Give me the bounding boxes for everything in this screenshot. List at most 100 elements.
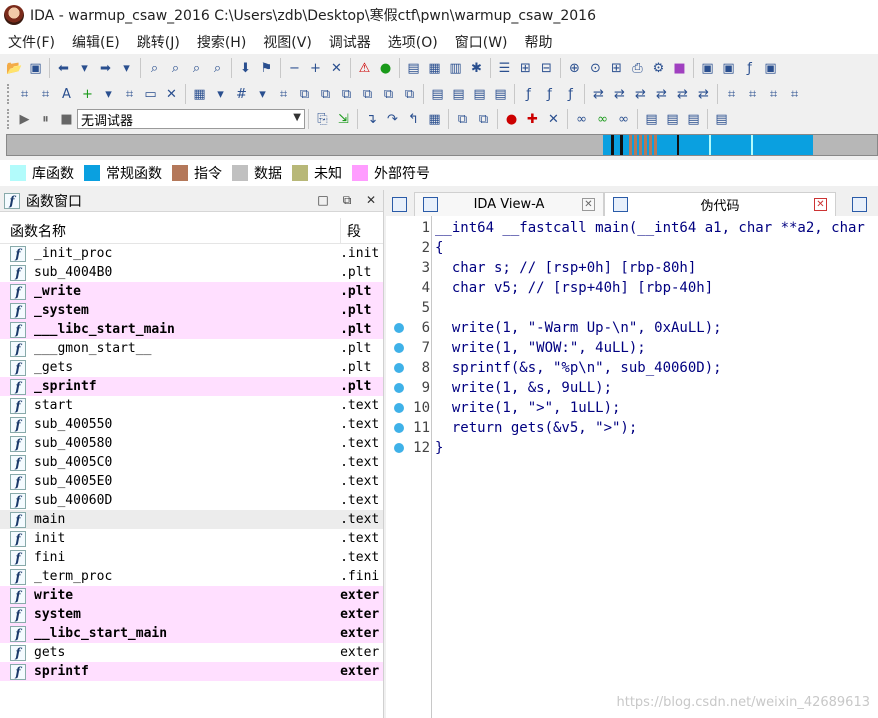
function-row[interactable]: f ___gmon_start__ .plt — [0, 339, 383, 358]
breakpoint-dot-icon[interactable] — [394, 403, 404, 413]
function-row[interactable]: f system exter — [0, 605, 383, 624]
debugger-select[interactable]: 无调试器 ▼ — [77, 109, 305, 129]
column-header-segment[interactable]: 段 — [340, 218, 361, 243]
column-header-name[interactable]: 函数名称 — [0, 221, 340, 241]
tab-scroll-left[interactable] — [386, 192, 414, 216]
search-immediate-icon[interactable]: ⌕ — [207, 58, 228, 79]
function-row[interactable]: f sub_400550 .text — [0, 415, 383, 434]
menu-item-4[interactable]: 视图(V) — [255, 32, 321, 52]
log-icon[interactable]: ▤ — [662, 109, 683, 130]
calculator-icon[interactable]: ▤ — [427, 84, 448, 105]
run-to-icon[interactable]: ⇲ — [333, 109, 354, 130]
code-line[interactable]: 3 char s; // [rsp+0h] [rbp-80h] — [386, 258, 878, 278]
dropdown-arrow-icon[interactable]: ▾ — [98, 84, 119, 105]
array-icon[interactable]: ⌗ — [119, 84, 140, 105]
print-icon[interactable]: ⎙ — [627, 58, 648, 79]
close-x-icon[interactable]: ✕ — [326, 58, 347, 79]
function-row[interactable]: f init .text — [0, 529, 383, 548]
copy-icon[interactable]: ⧉ — [378, 84, 399, 105]
calc-icon[interactable]: ⊕ — [564, 58, 585, 79]
segment-icon[interactable]: ▦ — [189, 84, 210, 105]
menu-item-0[interactable]: 文件(F) — [0, 32, 64, 52]
float-window-icon[interactable]: ⧉ — [335, 193, 359, 208]
data-icon[interactable]: ⌗ — [35, 84, 56, 105]
copy-icon[interactable]: ⧉ — [315, 84, 336, 105]
dropdown-arrow-icon[interactable]: ▾ — [116, 58, 137, 79]
undefine-icon[interactable]: ✕ — [161, 84, 182, 105]
function-window-icon[interactable]: ƒ — [739, 58, 760, 79]
copy-icon[interactable]: ⧉ — [336, 84, 357, 105]
code-line[interactable]: 1 __int64 __fastcall main(__int64 a1, cha… — [386, 218, 878, 238]
function-row[interactable]: f _write .plt — [0, 282, 383, 301]
code-line[interactable]: 5 — [386, 298, 878, 318]
function-row[interactable]: f start .text — [0, 396, 383, 415]
source-icon[interactable]: ▤ — [711, 109, 732, 130]
notes-icon[interactable]: ▤ — [448, 84, 469, 105]
breakpoint-dot-icon[interactable] — [394, 363, 404, 373]
code-line[interactable]: 6 write(1, "-Warm Up-\n", 0xAuLL); — [386, 318, 878, 338]
color-palette-icon[interactable]: ■ — [669, 58, 690, 79]
xref-icon[interactable]: ⇄ — [651, 84, 672, 105]
attach-icon[interactable]: ⎘ — [312, 109, 333, 130]
tab-pseudocode[interactable]: 伪代码 ✕ — [604, 192, 836, 216]
play-icon[interactable]: ▶ — [14, 109, 35, 130]
pseudocode-view[interactable]: 1 __int64 __fastcall main(__int64 a1, cha… — [386, 216, 878, 718]
plus-icon[interactable]: + — [305, 58, 326, 79]
pause-icon[interactable]: ⏸ — [35, 109, 56, 130]
menu-item-1[interactable]: 编辑(E) — [64, 32, 129, 52]
xref-icon[interactable]: ⇄ — [588, 84, 609, 105]
code-line[interactable]: 12} — [386, 438, 878, 458]
view-icon[interactable]: ▤ — [403, 58, 424, 79]
code-line[interactable]: 2{ — [386, 238, 878, 258]
step-out-icon[interactable]: ↰ — [403, 109, 424, 130]
menu-item-5[interactable]: 调试器 — [321, 32, 380, 52]
menu-item-2[interactable]: 跳转(J) — [129, 32, 189, 52]
function-row[interactable]: f gets exter — [0, 643, 383, 662]
xref-icon[interactable]: ⇄ — [672, 84, 693, 105]
list-icon[interactable]: ☰ — [494, 58, 515, 79]
function-row[interactable]: f _init_proc .init — [0, 244, 383, 263]
code-line[interactable]: 9 write(1, &s, 9uLL); — [386, 378, 878, 398]
trace-clear-icon[interactable]: ∞ — [613, 109, 634, 130]
ascii-icon[interactable]: A — [56, 84, 77, 105]
breakpoint-add-icon[interactable]: ✚ — [522, 109, 543, 130]
copy-icon[interactable]: ⧉ — [294, 84, 315, 105]
menu-item-7[interactable]: 窗口(W) — [447, 32, 517, 52]
jump-down-icon[interactable]: ⬇ — [235, 58, 256, 79]
struct-icon[interactable]: ▭ — [140, 84, 161, 105]
search-next-icon[interactable]: ⌕ — [186, 58, 207, 79]
copy-icon[interactable]: ⧉ — [399, 84, 420, 105]
function-row[interactable]: f _sprintf .plt — [0, 377, 383, 396]
function-row[interactable]: f sub_4005C0 .text — [0, 453, 383, 472]
close-icon[interactable]: ✕ — [814, 198, 827, 211]
save-icon[interactable]: ▣ — [25, 58, 46, 79]
breakpoint-dot-icon[interactable] — [394, 443, 404, 453]
hex-view-icon[interactable]: ▦ — [424, 58, 445, 79]
function-row[interactable]: f _system .plt — [0, 301, 383, 320]
breakpoint-dot-icon[interactable] — [394, 323, 404, 333]
offset-icon[interactable]: ⌗ — [273, 84, 294, 105]
stop-icon[interactable]: ■ — [56, 109, 77, 130]
export-icon[interactable]: ▤ — [469, 84, 490, 105]
code-line[interactable]: 11 return gets(&v5, ">"); — [386, 418, 878, 438]
toolbar-grip[interactable] — [7, 84, 11, 104]
log-icon[interactable]: ▤ — [683, 109, 704, 130]
function-row[interactable]: f main .text — [0, 510, 383, 529]
function-row[interactable]: f _gets .plt — [0, 358, 383, 377]
function-icon[interactable]: ƒ — [518, 84, 539, 105]
graph-icon[interactable]: ⊞ — [515, 58, 536, 79]
function-row[interactable]: f sprintf exter — [0, 662, 383, 681]
structures-icon[interactable]: ▥ — [445, 58, 466, 79]
toolbar-grip[interactable] — [7, 109, 11, 129]
function-icon[interactable]: ƒ — [560, 84, 581, 105]
window-icon[interactable]: ▣ — [760, 58, 781, 79]
step-into-icon[interactable]: ↴ — [361, 109, 382, 130]
flag-icon[interactable]: ⚑ — [256, 58, 277, 79]
search-text-icon[interactable]: ⌕ — [165, 58, 186, 79]
grid-icon[interactable]: ⊞ — [606, 58, 627, 79]
navigation-band[interactable] — [6, 134, 878, 156]
dropdown-arrow-icon[interactable]: ▾ — [74, 58, 95, 79]
name-icon[interactable]: ⌗ — [763, 84, 784, 105]
menu-item-6[interactable]: 选项(O) — [380, 32, 447, 52]
xref-icon[interactable]: ⇄ — [693, 84, 714, 105]
